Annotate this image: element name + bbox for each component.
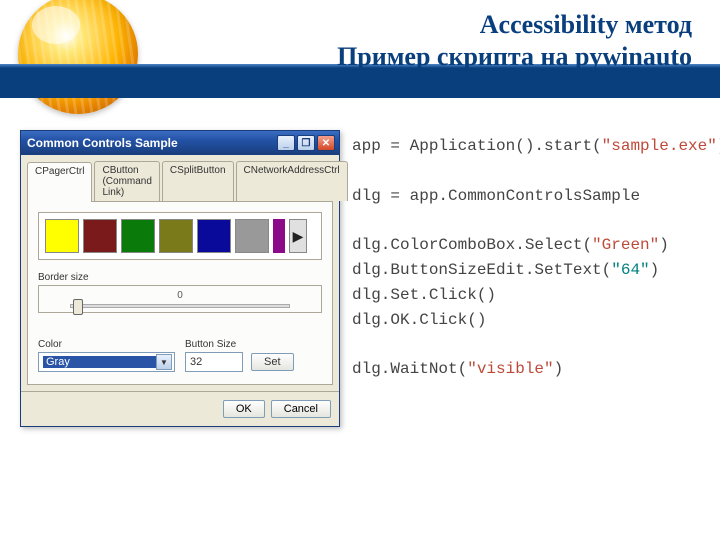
swatch-magenta-partial[interactable] [273, 219, 285, 253]
swatch-gray[interactable] [235, 219, 269, 253]
slider-thumb[interactable] [73, 299, 83, 315]
button-size-edit[interactable]: 32 [185, 352, 243, 372]
dialog-footer: OK Cancel [21, 391, 339, 426]
color-swatch-row: ▶ [38, 212, 322, 260]
maximize-button[interactable]: ❐ [297, 135, 315, 151]
tab-cpagerctrl[interactable]: CPagerCtrl [27, 162, 92, 202]
color-combobox[interactable]: Gray ▼ [38, 352, 175, 372]
chevron-down-icon[interactable]: ▼ [156, 354, 172, 370]
code-sample: app = Application().start("sample.exe") … [352, 130, 720, 427]
slide-title-line1: Accessibility метод [337, 10, 692, 40]
dialog-title: Common Controls Sample [27, 136, 275, 150]
color-combobox-value: Gray [43, 356, 156, 368]
slide-title-line2: Пример скрипта на pywinauto [337, 42, 692, 72]
tab-cnetworkaddressctrl[interactable]: CNetworkAddressCtrl [236, 161, 348, 201]
cancel-button[interactable]: Cancel [271, 400, 331, 418]
button-size-label: Button Size [185, 339, 322, 350]
swatch-blue[interactable] [197, 219, 231, 253]
tab-csplitbutton[interactable]: CSplitButton [162, 161, 234, 201]
slider-track[interactable] [70, 304, 290, 308]
border-size-label: Border size [38, 272, 322, 283]
minimize-button[interactable]: _ [277, 135, 295, 151]
swatch-olive[interactable] [159, 219, 193, 253]
set-button[interactable]: Set [251, 353, 294, 371]
slide-banner: Accessibility метод Пример скрипта на py… [0, 0, 720, 100]
close-button[interactable]: ✕ [317, 135, 335, 151]
tabs-container: CPagerCtrl CButton (Command Link) CSplit… [27, 161, 333, 202]
swatch-yellow[interactable] [45, 219, 79, 253]
slide-title-block: Accessibility метод Пример скрипта на py… [337, 10, 692, 72]
swatch-green[interactable] [121, 219, 155, 253]
tab-cbutton-commandlink[interactable]: CButton (Command Link) [94, 161, 159, 201]
pager-next-button[interactable]: ▶ [289, 219, 307, 253]
dialog-titlebar[interactable]: Common Controls Sample _ ❐ ✕ [21, 131, 339, 155]
swatch-darkred[interactable] [83, 219, 117, 253]
ok-button[interactable]: OK [223, 400, 265, 418]
border-size-slider[interactable]: 0 [38, 285, 322, 313]
sample-dialog-window: Common Controls Sample _ ❐ ✕ CPagerCtrl … [20, 130, 340, 427]
tab-page: ▶ Border size 0 Color Gray [27, 202, 333, 385]
color-label: Color [38, 339, 175, 350]
border-size-value: 0 [177, 290, 183, 301]
